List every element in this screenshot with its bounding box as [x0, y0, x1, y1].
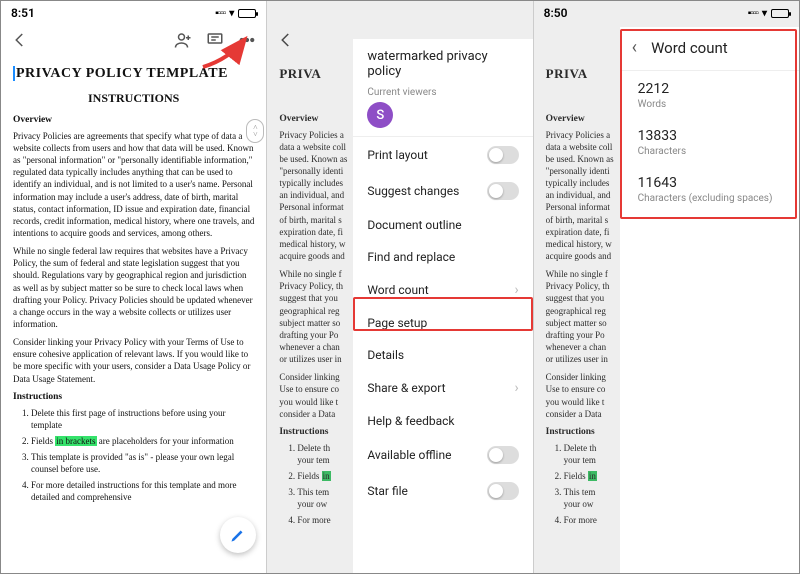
status-right: ▪▫▫▫ ▾ — [748, 8, 789, 19]
more-icon[interactable] — [238, 31, 256, 49]
toggle-off[interactable] — [487, 182, 519, 200]
menu-suggest-changes[interactable]: Suggest changes — [353, 173, 532, 209]
status-bar: 8:50 ▪▫▫▫ ▾ — [534, 1, 799, 25]
menu-label: Available offline — [367, 448, 451, 462]
word-count-title: Word count — [651, 39, 728, 57]
menu-label: Help & feedback — [367, 414, 454, 428]
signal-icon: ▪▫▫▫ — [748, 8, 758, 19]
chevron-right-icon: › — [514, 282, 518, 298]
doc-toolbar — [1, 25, 266, 55]
sheet-doc-title: watermarked privacy policy — [353, 39, 532, 81]
instructions-subheading: Instructions — [13, 391, 254, 404]
list-item: Fields in brackets are placeholders for … — [31, 435, 254, 447]
fade-cutoff — [1, 555, 266, 573]
highlighted-text: in brackets — [55, 436, 96, 446]
word-count-panel: ‹ Word count 2212 Words 13833 Characters… — [620, 27, 799, 573]
status-bar: 8:51 ▪▫▫▫ ▾ — [1, 1, 266, 25]
toggle-off[interactable] — [487, 446, 519, 464]
menu-label: Find and replace — [367, 250, 455, 264]
overflow-menu-sheet: watermarked privacy policy Current viewe… — [353, 39, 532, 573]
document-body[interactable]: PRIVACY POLICY TEMPLATE ˄˅ INSTRUCTIONS … — [1, 55, 266, 573]
li2-pre: Fields — [564, 471, 588, 481]
li2-post: are placeholders for your information — [97, 436, 234, 446]
scroll-handle[interactable]: ˄˅ — [246, 119, 264, 143]
chevron-right-icon: › — [514, 380, 518, 396]
overview-p2: While no single federal law requires tha… — [13, 245, 254, 330]
overview-p3: Consider linking your Privacy Policy wit… — [13, 336, 254, 385]
tutorial-composite: 8:51 ▪▫▫▫ ▾ PRIVACY POLICY TEMPLATE ˄˅ I… — [0, 0, 800, 574]
add-person-icon[interactable] — [174, 31, 192, 49]
comment-icon[interactable] — [206, 31, 224, 49]
instructions-heading: INSTRUCTIONS — [13, 90, 254, 106]
instructions-list: Delete this first page of instructions b… — [31, 407, 254, 504]
menu-details[interactable]: Details — [353, 339, 532, 371]
battery-icon — [238, 9, 256, 18]
highlighted-text: in — [322, 471, 331, 481]
menu-share-export[interactable]: Share & export › — [353, 371, 532, 405]
highlighted-text: in — [588, 471, 597, 481]
phone-pane-3: 8:50 ▪▫▫▫ ▾ PRIVA x Overview Privacy Pol… — [534, 1, 799, 573]
menu-help-feedback[interactable]: Help & feedback — [353, 405, 532, 437]
status-time: 8:50 — [544, 6, 568, 20]
status-right: ▪▫▫▫ ▾ — [215, 8, 256, 19]
wc-charsx-label: Characters (excluding spaces) — [638, 193, 781, 204]
menu-label: Print layout — [367, 148, 427, 162]
menu-label: Word count — [367, 283, 428, 297]
menu-label: Share & export — [367, 381, 445, 395]
li2-pre: Fields — [297, 471, 321, 481]
menu-available-offline[interactable]: Available offline — [353, 437, 532, 473]
wc-words-value: 2212 — [638, 81, 781, 97]
viewer-row: S — [353, 100, 532, 136]
menu-list: Print layout Suggest changes Document ou… — [353, 136, 532, 509]
back-icon[interactable] — [11, 31, 29, 49]
wifi-icon: ▾ — [229, 8, 234, 19]
list-item: This template is provided "as is" - plea… — [31, 451, 254, 475]
toggle-off[interactable] — [487, 146, 519, 164]
word-count-header: ‹ Word count — [620, 27, 799, 71]
doc-title-text: PRIVACY POLICY TEMPLATE — [16, 66, 228, 81]
wc-chars-value: 13833 — [638, 128, 781, 144]
toggle-off[interactable] — [487, 482, 519, 500]
menu-label: Star file — [367, 484, 408, 498]
doc-title: PRIVACY POLICY TEMPLATE — [13, 65, 254, 84]
li2-pre: Fields — [31, 436, 55, 446]
wc-chars-nospaces: 11643 Characters (excluding spaces) — [620, 165, 799, 212]
back-icon[interactable]: ‹ — [632, 37, 637, 58]
wc-charsx-value: 11643 — [638, 175, 781, 191]
overview-heading: Overview — [13, 114, 254, 127]
menu-print-layout[interactable]: Print layout — [353, 137, 532, 173]
wc-chars-label: Characters — [638, 146, 781, 157]
menu-label: Details — [367, 348, 404, 362]
status-time: 8:51 — [11, 6, 35, 20]
overview-p1: Privacy Policies are agreements that spe… — [13, 130, 254, 239]
current-viewers-label: Current viewers — [353, 81, 532, 100]
list-item: Delete this first page of instructions b… — [31, 407, 254, 431]
menu-star-file[interactable]: Star file — [353, 473, 532, 509]
menu-label: Page setup — [367, 316, 427, 330]
signal-icon: ▪▫▫▫ — [215, 8, 225, 19]
wc-words-label: Words — [638, 99, 781, 110]
status-bar — [267, 1, 532, 25]
menu-find-replace[interactable]: Find and replace — [353, 241, 532, 273]
menu-label: Document outline — [367, 218, 461, 232]
menu-document-outline[interactable]: Document outline — [353, 209, 532, 241]
wc-words: 2212 Words — [620, 71, 799, 118]
battery-icon — [771, 9, 789, 18]
menu-word-count[interactable]: Word count › — [353, 273, 532, 307]
wifi-icon: ▾ — [762, 8, 767, 19]
viewer-avatar[interactable]: S — [367, 102, 393, 128]
menu-label: Suggest changes — [367, 184, 459, 198]
wc-chars: 13833 Characters — [620, 118, 799, 165]
phone-pane-2: PRIVA x Overview Privacy Policies a data… — [267, 1, 533, 573]
phone-pane-1: 8:51 ▪▫▫▫ ▾ PRIVACY POLICY TEMPLATE ˄˅ I… — [1, 1, 267, 573]
back-icon[interactable] — [277, 31, 295, 49]
menu-page-setup[interactable]: Page setup — [353, 307, 532, 339]
list-item: For more detailed instructions for this … — [31, 479, 254, 503]
